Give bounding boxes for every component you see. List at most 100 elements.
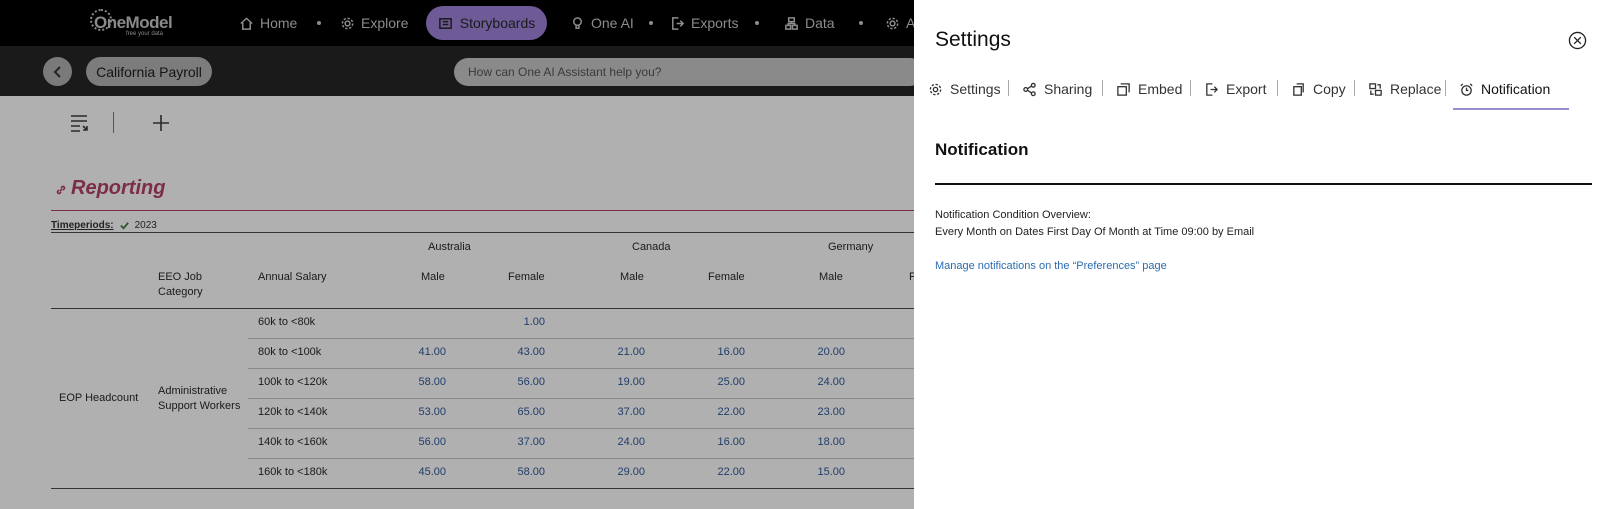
table-cell[interactable]: 56.00 — [386, 436, 446, 448]
table-cell[interactable]: 43.00 — [485, 346, 545, 358]
nav-item-label: Home — [260, 15, 298, 31]
tab-embed[interactable]: Embed — [1116, 78, 1182, 100]
nav-item-label: One AI — [591, 15, 634, 31]
add-icon[interactable] — [150, 112, 172, 134]
country-header: Canada — [632, 241, 671, 253]
tab-label: Notification — [1481, 81, 1551, 97]
list-edit-icon[interactable] — [68, 112, 90, 134]
table-top-rule — [51, 232, 921, 233]
manage-notifications-link[interactable]: Manage notifications on the “Preferences… — [935, 260, 1167, 272]
table-cell[interactable]: 45.00 — [386, 466, 446, 478]
nav-item-admin[interactable]: A — [885, 0, 915, 46]
app-root: OneModel free your data Home Explore Sto… — [0, 0, 1600, 509]
tab-copy[interactable]: Copy — [1291, 78, 1346, 100]
gender-header: Male — [421, 271, 445, 283]
nav-item-one-ai[interactable]: One AI — [570, 0, 634, 46]
table-row-divider — [248, 338, 921, 339]
table-cell[interactable]: 1.00 — [485, 316, 545, 328]
close-icon — [1568, 31, 1587, 50]
table-cell[interactable]: 58.00 — [386, 376, 446, 388]
timeperiods-filter[interactable]: Timeperiods: 2023 — [51, 220, 157, 231]
table-bottom-rule — [51, 488, 921, 489]
gender-header: Male — [819, 271, 843, 283]
salary-band-label: 80k to <100k — [258, 346, 322, 358]
table-row-divider — [248, 428, 921, 429]
table-cell[interactable]: 29.00 — [585, 466, 645, 478]
tab-replace[interactable]: Replace — [1368, 78, 1441, 100]
back-button[interactable] — [43, 57, 72, 86]
nav-item-storyboards[interactable]: Storyboards — [426, 6, 547, 40]
salary-band-label: 60k to <80k — [258, 316, 316, 328]
table-cell[interactable]: 53.00 — [386, 406, 446, 418]
alarm-icon — [1460, 82, 1473, 96]
report-title: Reporting — [71, 177, 166, 199]
table-cell[interactable]: 15.00 — [785, 466, 845, 478]
table-cell[interactable]: 56.00 — [485, 376, 545, 388]
table-cell[interactable]: 24.00 — [785, 376, 845, 388]
table-cell[interactable]: 21.00 — [585, 346, 645, 358]
embed-icon — [1117, 82, 1130, 96]
table-cell[interactable]: 41.00 — [386, 346, 446, 358]
nav-separator-dot — [317, 21, 321, 25]
nav-separator-dot — [859, 21, 863, 25]
table-cell[interactable]: 25.00 — [685, 376, 745, 388]
tab-sharing[interactable]: Sharing — [1022, 78, 1092, 100]
tab-divider — [1354, 80, 1355, 96]
gender-header: Female — [508, 271, 545, 283]
tab-export[interactable]: Export — [1204, 78, 1266, 100]
table-cell[interactable]: 16.00 — [685, 346, 745, 358]
nav-separator-dot — [649, 21, 653, 25]
data-icon — [785, 16, 798, 30]
salary-band-label: 120k to <140k — [258, 406, 328, 418]
copy-icon — [1293, 82, 1304, 96]
close-button[interactable] — [1568, 31, 1587, 50]
export-icon — [1206, 82, 1219, 96]
logo-tagline: free your data — [126, 31, 164, 37]
bulb-icon — [573, 16, 582, 29]
table-cell[interactable]: 19.00 — [585, 376, 645, 388]
home-icon — [240, 16, 253, 30]
table-cell[interactable]: 58.00 — [485, 466, 545, 478]
table-cell[interactable]: 37.00 — [585, 406, 645, 418]
tab-settings[interactable]: Settings — [928, 78, 1001, 100]
page-name-chip[interactable]: California Payroll — [86, 57, 212, 86]
nav-item-label: Exports — [691, 15, 739, 31]
tab-divider — [1190, 80, 1191, 96]
table-cell[interactable]: 24.00 — [585, 436, 645, 448]
table-cell[interactable]: 37.00 — [485, 436, 545, 448]
gender-header: Male — [620, 271, 644, 283]
nav-separator-dot — [755, 21, 759, 25]
table-cell[interactable]: 20.00 — [785, 346, 845, 358]
table-cell[interactable]: 23.00 — [785, 406, 845, 418]
salary-band-label: 140k to <160k — [258, 436, 328, 448]
checkmark-icon — [119, 222, 129, 230]
table-cell[interactable]: 22.00 — [685, 466, 745, 478]
salary-band-label: 160k to <180k — [258, 466, 328, 478]
table-row-divider — [248, 398, 921, 399]
notification-overview-text: Every Month on Dates First Day Of Month … — [935, 226, 1255, 238]
nav-item-exports[interactable]: Exports — [670, 0, 738, 46]
nav-item-home[interactable]: Home — [239, 0, 297, 46]
onemodel-logo[interactable]: OneModel free your data — [90, 7, 173, 39]
notification-heading: Notification — [935, 140, 1029, 159]
replace-icon — [1369, 82, 1382, 96]
tab-label: Copy — [1313, 81, 1346, 97]
eeo-header: EEO Job Category — [158, 271, 203, 298]
tab-label: Embed — [1138, 81, 1183, 97]
table-cell[interactable]: 65.00 — [485, 406, 545, 418]
table-row-divider — [248, 458, 921, 459]
country-header: Australia — [428, 241, 471, 253]
nav-item-data[interactable]: Data — [784, 0, 835, 46]
notification-overview-label: Notification Condition Overview: — [935, 209, 1091, 221]
logo-name: OneModel — [94, 13, 173, 32]
nav-item-explore[interactable]: Explore — [340, 0, 408, 46]
gear-icon — [929, 83, 942, 95]
tab-divider — [1445, 80, 1446, 96]
chevron-left-icon — [53, 65, 61, 78]
ai-assistant-input[interactable]: How can One AI Assistant help you? — [454, 58, 924, 86]
table-cell[interactable]: 22.00 — [685, 406, 745, 418]
table-cell[interactable]: 18.00 — [785, 436, 845, 448]
tab-notification[interactable]: Notification — [1459, 78, 1550, 100]
table-cell[interactable]: 16.00 — [685, 436, 745, 448]
link-icon[interactable] — [55, 183, 67, 195]
